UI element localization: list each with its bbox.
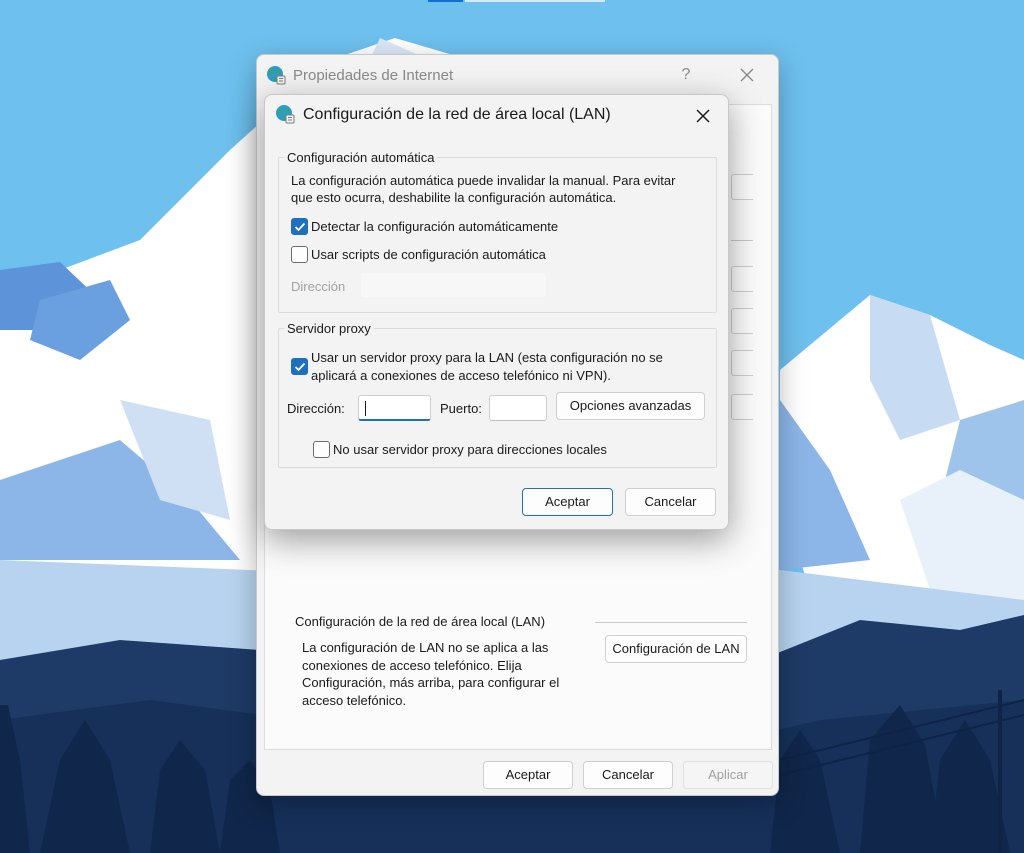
add-vpn-button-partial[interactable]: [731, 308, 753, 334]
lan-settings-button[interactable]: Configuración de LAN: [605, 635, 747, 663]
auto-config-description-line1: La configuración automática puede invali…: [291, 173, 676, 188]
checkmark-icon: [294, 222, 306, 232]
proxy-address-input[interactable]: [358, 395, 431, 421]
help-button[interactable]: ?: [674, 64, 698, 86]
script-address-input: [361, 273, 546, 297]
use-proxy-label-line1[interactable]: Usar un servidor proxy para la LAN (esta…: [311, 349, 663, 367]
lan-group-title: Configuración de la red de área local (L…: [295, 614, 546, 629]
lan-group-separator: [595, 622, 747, 623]
accept-button[interactable]: Aceptar: [483, 761, 573, 789]
separator: [731, 240, 753, 241]
proxy-server-group-title: Servidor proxy: [284, 321, 374, 336]
dialog-title: Configuración de la red de área local (L…: [303, 106, 611, 123]
globe-settings-icon: [267, 66, 286, 85]
detect-settings-checkbox[interactable]: [291, 218, 308, 235]
setup-button-partial[interactable]: [731, 174, 753, 200]
bypass-local-checkbox[interactable]: [313, 441, 330, 458]
use-proxy-checkbox[interactable]: [291, 358, 308, 375]
advanced-options-button[interactable]: Opciones avanzadas: [556, 392, 705, 420]
cancel-button[interactable]: Cancelar: [583, 761, 673, 789]
lan-settings-dialog: Configuración de la red de área local (L…: [264, 94, 729, 530]
auto-config-script-label[interactable]: Usar scripts de configuración automática: [311, 246, 546, 264]
script-address-label: Dirección: [291, 279, 346, 294]
auto-config-script-checkbox[interactable]: [291, 246, 308, 263]
globe-settings-icon: [276, 105, 295, 124]
use-proxy-label-line2[interactable]: aplicará a conexiones de acceso telefóni…: [311, 367, 611, 385]
auto-config-group-title: Configuración automática: [284, 150, 438, 165]
checkmark-icon: [294, 362, 306, 372]
dialog-cancel-button[interactable]: Cancelar: [625, 488, 716, 516]
close-icon[interactable]: [690, 103, 716, 129]
auto-config-description-line2: que esto ocurra, deshabilite la configur…: [291, 190, 617, 205]
bypass-local-label[interactable]: No usar servidor proxy para direcciones …: [333, 441, 607, 459]
remove-button-partial[interactable]: [731, 350, 753, 376]
window-title: Propiedades de Internet: [293, 67, 454, 84]
title-bar: Propiedades de Internet ?: [257, 55, 778, 95]
proxy-address-label: Dirección:: [287, 401, 345, 416]
dialog-accept-button[interactable]: Aceptar: [522, 488, 613, 516]
lan-description: La configuración de LAN no se aplica a l…: [302, 640, 560, 708]
proxy-port-input[interactable]: [489, 395, 547, 421]
settings-button-partial[interactable]: [731, 394, 753, 420]
text-caret: [365, 401, 366, 416]
add-button-partial[interactable]: [731, 266, 753, 292]
apply-button[interactable]: Aplicar: [683, 761, 773, 789]
taskbar-accent-light: [465, 0, 605, 2]
detect-settings-label[interactable]: Detectar la configuración automáticament…: [311, 218, 558, 236]
taskbar-accent: [428, 0, 463, 2]
proxy-port-label: Puerto:: [440, 401, 482, 416]
close-icon[interactable]: [734, 62, 760, 88]
